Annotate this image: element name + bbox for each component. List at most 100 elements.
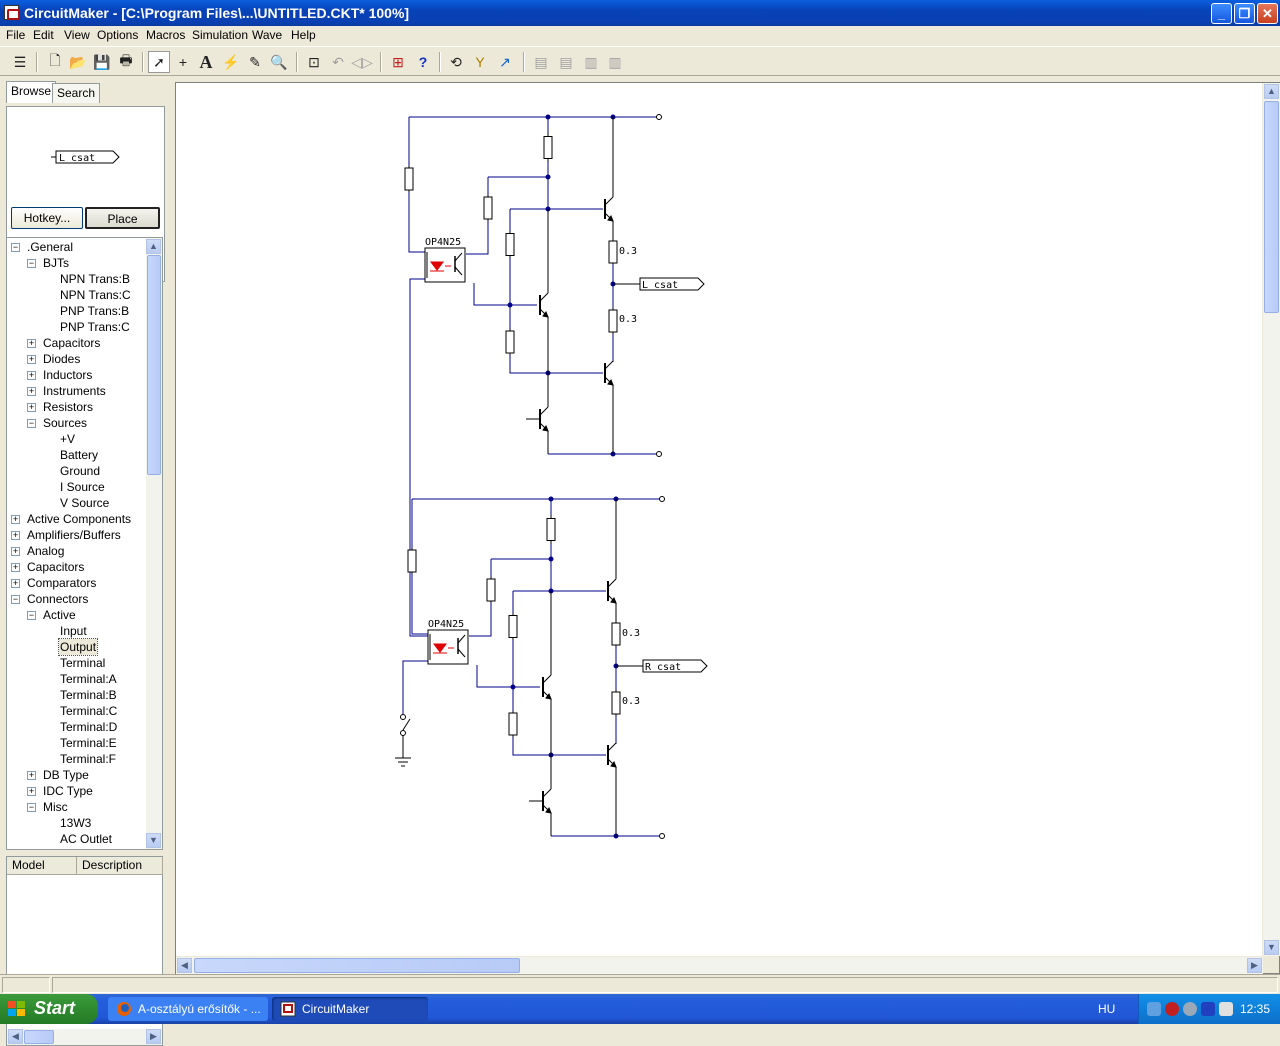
place-button[interactable]: Place <box>85 207 160 229</box>
transistor-collector[interactable] <box>607 578 617 588</box>
resistor[interactable] <box>508 615 518 638</box>
help-icon[interactable]: ? <box>412 51 434 73</box>
taskbar-item-circuitmaker[interactable]: CircuitMaker <box>272 997 428 1021</box>
bluetooth-icon[interactable] <box>1201 1002 1215 1016</box>
wire[interactable] <box>409 278 429 637</box>
terminal-point[interactable] <box>659 496 665 502</box>
app-icon[interactable] <box>4 5 20 20</box>
tree-scrollbar[interactable]: ▲ ▼ <box>146 238 162 849</box>
expand-icon[interactable]: + <box>27 387 36 396</box>
transistor-collector[interactable] <box>607 742 617 752</box>
collapse-icon[interactable]: − <box>27 419 36 428</box>
scroll-thumb[interactable] <box>147 255 161 475</box>
print-icon[interactable]: 🖶 <box>115 51 137 73</box>
tab-search[interactable]: Search <box>52 83 101 103</box>
scroll-up-icon[interactable]: ▲ <box>146 239 161 254</box>
network-icon[interactable] <box>1147 1002 1161 1016</box>
transistor-collector[interactable] <box>539 292 549 302</box>
wire[interactable] <box>469 603 492 637</box>
expand-icon[interactable]: + <box>27 355 36 364</box>
pencil-tool-icon[interactable]: ✎ <box>244 51 266 73</box>
terminal-point[interactable] <box>656 451 662 457</box>
scroll-right-icon[interactable]: ▶ <box>146 1029 161 1044</box>
reset-icon[interactable]: ⟲ <box>445 51 467 73</box>
resistor[interactable] <box>608 240 618 264</box>
run-icon[interactable]: ↗ <box>494 51 516 73</box>
optocoupler[interactable] <box>427 629 469 665</box>
scroll-thumb[interactable] <box>1264 101 1279 313</box>
open-folder-icon[interactable]: 📂 <box>67 51 89 73</box>
wire[interactable] <box>473 283 537 306</box>
start-button[interactable]: Start <box>0 994 98 1024</box>
menu-edit[interactable]: Edit <box>33 28 54 42</box>
transistor-collector[interactable] <box>604 196 614 206</box>
new-file-icon[interactable]: 🗋 <box>44 51 66 73</box>
menu-simulation[interactable]: Simulation <box>192 28 248 42</box>
transistor-collector[interactable] <box>542 674 552 684</box>
resistor[interactable] <box>483 196 493 220</box>
layers-icon[interactable]: ☰ <box>9 51 31 73</box>
wire[interactable] <box>512 737 606 756</box>
menu-wave[interactable]: Wave <box>252 28 282 42</box>
expand-icon[interactable]: + <box>11 563 20 572</box>
schematic-canvas[interactable]: L csat 0.3 0.3 OP4N25 R csat 0.3 0.3 OP4N25 <box>176 83 1262 956</box>
hotkey-button[interactable]: Hotkey... <box>11 207 83 229</box>
language-indicator[interactable]: HU <box>1098 1002 1115 1016</box>
save-icon[interactable]: 💾 <box>91 51 113 73</box>
resistor[interactable] <box>505 233 515 256</box>
model-hscrollbar[interactable]: ◀ ▶ <box>7 1029 162 1045</box>
menu-macros[interactable]: Macros <box>146 28 185 42</box>
scroll-thumb[interactable] <box>194 958 520 973</box>
wire[interactable] <box>466 221 489 255</box>
scroll-left-icon[interactable]: ◀ <box>8 1029 23 1044</box>
expand-icon[interactable]: + <box>27 403 36 412</box>
collapse-icon[interactable]: − <box>27 611 36 620</box>
step-icon[interactable]: Y <box>469 51 491 73</box>
expand-icon[interactable]: + <box>27 371 36 380</box>
menu-file[interactable]: File <box>6 28 25 42</box>
schematic-drawing[interactable]: L csat 0.3 0.3 OP4N25 R csat 0.3 0.3 OP4N25 <box>176 83 1262 956</box>
resistor[interactable] <box>486 578 496 602</box>
canvas-hscrollbar[interactable]: ◀ ▶ <box>176 957 1263 974</box>
netlist-icon[interactable]: ⊞ <box>387 51 409 73</box>
menu-help[interactable]: Help <box>291 28 316 42</box>
wire[interactable] <box>509 355 603 374</box>
terminal-point[interactable] <box>400 730 406 736</box>
resistor[interactable] <box>611 691 621 715</box>
scroll-down-icon[interactable]: ▼ <box>1264 940 1279 955</box>
expand-icon[interactable]: + <box>27 771 36 780</box>
wire[interactable] <box>476 665 540 688</box>
terminal-point[interactable] <box>659 833 665 839</box>
text-tool-icon[interactable]: A <box>195 51 217 73</box>
transistor-collector[interactable] <box>539 406 549 416</box>
optocoupler[interactable] <box>424 247 466 283</box>
resistor[interactable] <box>611 622 621 646</box>
transistor-collector[interactable] <box>542 788 552 798</box>
zoom-tool-icon[interactable]: 🔍 <box>268 51 290 73</box>
expand-icon[interactable]: + <box>11 579 20 588</box>
expand-icon[interactable]: + <box>27 787 36 796</box>
probe-tool-icon[interactable]: ⚡ <box>220 51 242 73</box>
scroll-up-icon[interactable]: ▲ <box>1264 84 1279 99</box>
wire-tool-icon[interactable]: + <box>172 51 194 73</box>
collapse-icon[interactable]: − <box>11 243 20 252</box>
taskbar-item-firefox[interactable]: A-osztályú erősítők - ... <box>108 997 268 1021</box>
drive-icon[interactable] <box>1183 1002 1197 1016</box>
restore-button[interactable]: ❐ <box>1234 3 1255 24</box>
resistor[interactable] <box>404 167 414 191</box>
collapse-icon[interactable]: − <box>11 595 20 604</box>
wire[interactable] <box>402 660 429 714</box>
scroll-thumb[interactable] <box>24 1030 54 1044</box>
minimize-button[interactable]: _ <box>1211 3 1232 24</box>
transistor-collector[interactable] <box>604 360 614 370</box>
arrow-tool-icon[interactable]: ➚ <box>148 51 170 73</box>
switch-blade[interactable] <box>402 718 411 731</box>
wire[interactable] <box>411 574 429 635</box>
canvas-vscrollbar[interactable]: ▲ ▼ <box>1263 83 1280 956</box>
scroll-down-icon[interactable]: ▼ <box>146 833 161 848</box>
volume-icon[interactable] <box>1219 1002 1233 1016</box>
collapse-icon[interactable]: − <box>27 803 36 812</box>
zoom-fit-icon[interactable]: ⊡ <box>303 51 325 73</box>
expand-icon[interactable]: + <box>27 339 36 348</box>
resistor[interactable] <box>608 309 618 333</box>
